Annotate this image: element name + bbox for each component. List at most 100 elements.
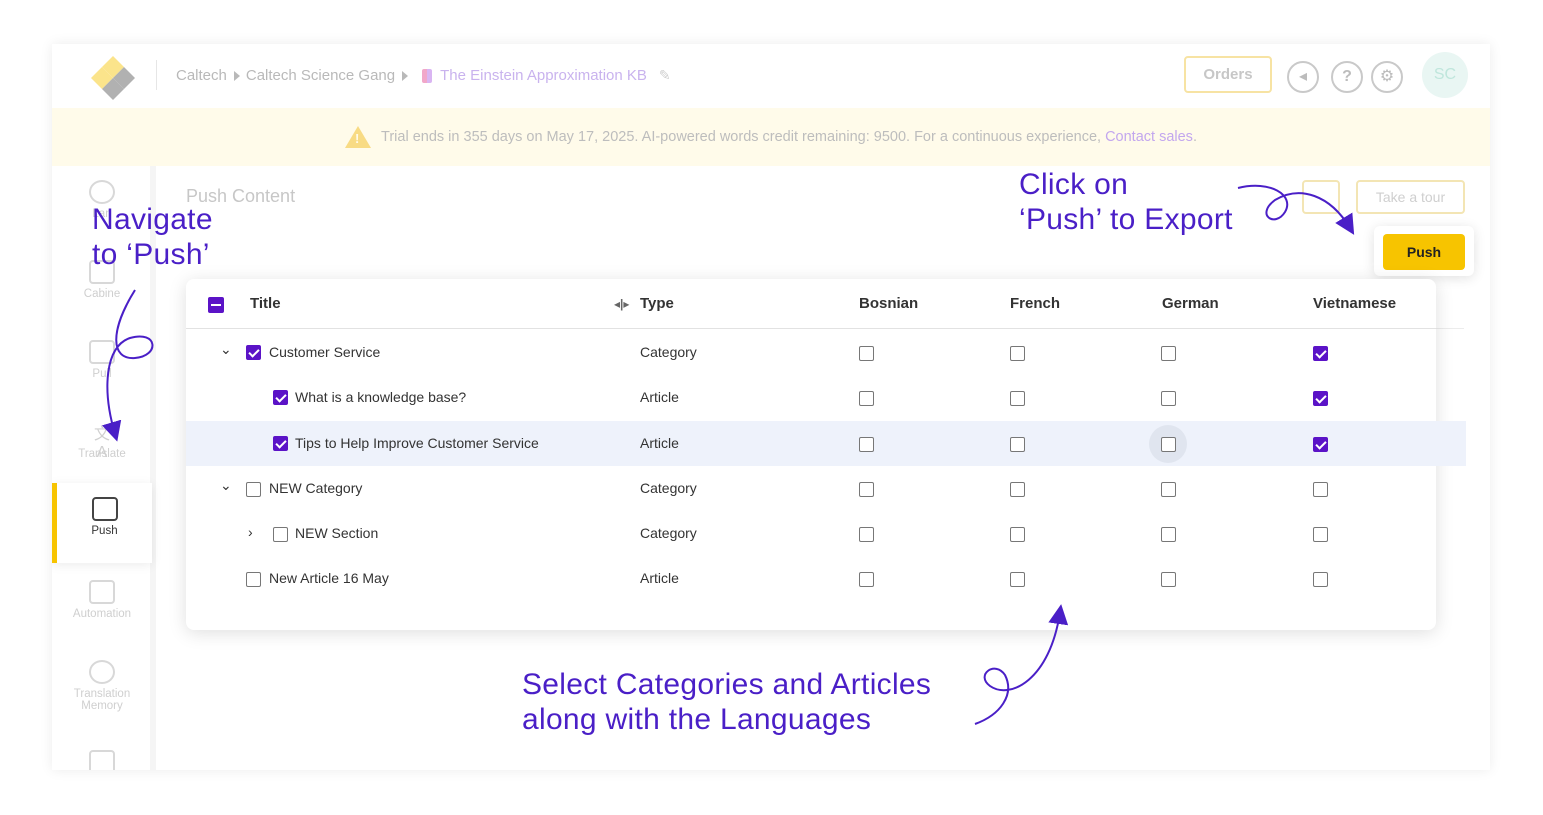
push-content-table: Title ◂|▸ Type Bosnian French German Vie… [186,279,1466,630]
push-icon [91,497,118,521]
app-logo-icon [91,56,135,100]
warning-icon [345,126,372,148]
row-checkbox[interactable] [246,482,261,497]
column-header-title[interactable]: Title [250,295,281,312]
translate-icon: 文A [93,426,110,461]
column-header-vietnamese: Vietnamese [1313,295,1397,312]
lang-checkbox-vietnamese[interactable] [1313,391,1328,406]
edit-pencil-icon[interactable]: ✎ [659,67,671,84]
lang-checkbox-vietnamese[interactable] [1313,482,1328,497]
row-checkbox[interactable] [273,390,288,405]
row-type: Category [640,344,697,360]
lang-checkbox-vietnamese[interactable] [1313,437,1328,452]
lang-checkbox-bosnian[interactable] [859,391,874,406]
settings-gear-icon[interactable]: ⚙ [1371,61,1403,93]
sidebar-item-push[interactable]: Push [52,483,152,563]
lang-checkbox-german[interactable] [1161,346,1176,361]
row-type: Category [640,525,697,541]
table-row: New Article 16 May Article [186,556,1466,601]
user-avatar[interactable]: SC [1422,52,1468,98]
row-checkbox[interactable] [273,527,288,542]
lang-checkbox-bosnian[interactable] [859,437,874,452]
row-checkbox[interactable] [246,572,261,587]
chevron-down-icon[interactable]: ⌄ [220,477,232,494]
lang-checkbox-french[interactable] [1010,391,1025,406]
push-button[interactable]: Push [1383,234,1465,270]
lang-checkbox-bosnian[interactable] [859,346,874,361]
help-icon[interactable]: ? [1331,61,1363,93]
sidebar-item-label: Translate [78,448,126,460]
contact-sales-link[interactable]: Contact sales [1105,129,1193,145]
trial-banner: Trial ends in 355 days on May 17, 2025. … [52,108,1490,166]
search-button[interactable] [1302,180,1340,214]
lang-checkbox-french[interactable] [1010,527,1025,542]
chevron-right-icon[interactable]: › [248,524,253,540]
lang-checkbox-vietnamese[interactable] [1313,572,1328,587]
sidebar-item-label: Push [91,525,118,537]
annotation-navigate: Navigate to ‘Push’ [92,202,213,272]
sidebar-item-pull[interactable]: Pull [52,326,152,404]
lang-checkbox-vietnamese[interactable] [1313,346,1328,361]
breadcrumb: Caltech Caltech Science Gang The Einstei… [176,67,671,84]
chevron-down-icon[interactable]: ⌄ [220,341,232,358]
row-type: Category [640,480,697,496]
lang-checkbox-french[interactable] [1010,482,1025,497]
lang-checkbox-bosnian[interactable] [859,527,874,542]
row-title: New Article 16 May [269,570,389,586]
sidebar-item-translation-memory[interactable]: Translation Memory [52,646,152,736]
lang-checkbox-german[interactable] [1161,527,1176,542]
table-row: Tips to Help Improve Customer Service Ar… [186,421,1466,466]
breadcrumb-item-org[interactable]: Caltech [176,67,227,84]
glossary-icon [89,750,115,770]
breadcrumb-kb-name[interactable]: The Einstein Approximation KB [440,67,647,84]
table-row: What is a knowledge base? Article [186,375,1466,420]
column-header-french: French [1010,295,1061,312]
lang-checkbox-german[interactable] [1161,391,1176,406]
sidebar-item-automation[interactable]: Automation [52,566,152,644]
row-title: NEW Section [295,525,379,541]
breadcrumb-caret-icon [402,70,409,81]
row-type: Article [640,389,679,405]
annotation-line: to ‘Push’ [92,238,210,271]
pull-icon [89,340,115,364]
row-title: Customer Service [269,344,381,360]
lang-checkbox-bosnian[interactable] [859,482,874,497]
table-row: › NEW Section Category [186,511,1466,556]
take-a-tour-button[interactable]: Take a tour [1356,180,1465,214]
sidebar-item-more[interactable] [52,740,152,770]
row-title: Tips to Help Improve Customer Service [295,435,539,451]
column-header-type[interactable]: Type [640,295,674,312]
lang-checkbox-vietnamese[interactable] [1313,527,1328,542]
orders-button[interactable]: Orders [1184,56,1272,93]
header-divider [156,60,157,90]
announcement-icon[interactable]: ◂ [1287,61,1319,93]
row-type: Article [640,570,679,586]
breadcrumb-caret-icon [233,70,240,81]
lang-checkbox-german[interactable] [1161,572,1176,587]
column-resize-icon[interactable]: ◂|▸ [614,297,629,311]
select-all-checkbox[interactable] [208,297,224,313]
annotation-line: Navigate [92,203,213,236]
top-header: Caltech Caltech Science Gang The Einstei… [52,44,1490,108]
sidebar-item-translate[interactable]: 文A Translate [52,406,152,484]
annotation-line: ‘Push’ to Export [1019,203,1233,236]
breadcrumb-item-team[interactable]: Caltech Science Gang [246,67,395,84]
sidebar-item-label: Automation [72,608,132,620]
lang-checkbox-german[interactable] [1161,482,1176,497]
row-checkbox[interactable] [273,436,288,451]
table-row: ⌄ Customer Service Category [186,330,1466,375]
lang-checkbox-french[interactable] [1010,572,1025,587]
lang-checkbox-french[interactable] [1010,346,1025,361]
tutorial-canvas: Caltech Caltech Science Gang The Einstei… [0,0,1543,815]
row-checkbox[interactable] [246,345,261,360]
automation-icon [89,580,115,604]
annotation-select: Select Categories and Articles along wit… [522,667,931,737]
column-header-bosnian: Bosnian [859,295,919,312]
lang-checkbox-german[interactable] [1161,437,1176,452]
table-header: Title ◂|▸ Type Bosnian French German Vie… [186,279,1436,329]
lang-checkbox-french[interactable] [1010,437,1025,452]
annotation-line: along with the Languages [522,703,872,736]
column-header-german: German [1162,295,1219,312]
languages-icon [89,180,115,204]
lang-checkbox-bosnian[interactable] [859,572,874,587]
